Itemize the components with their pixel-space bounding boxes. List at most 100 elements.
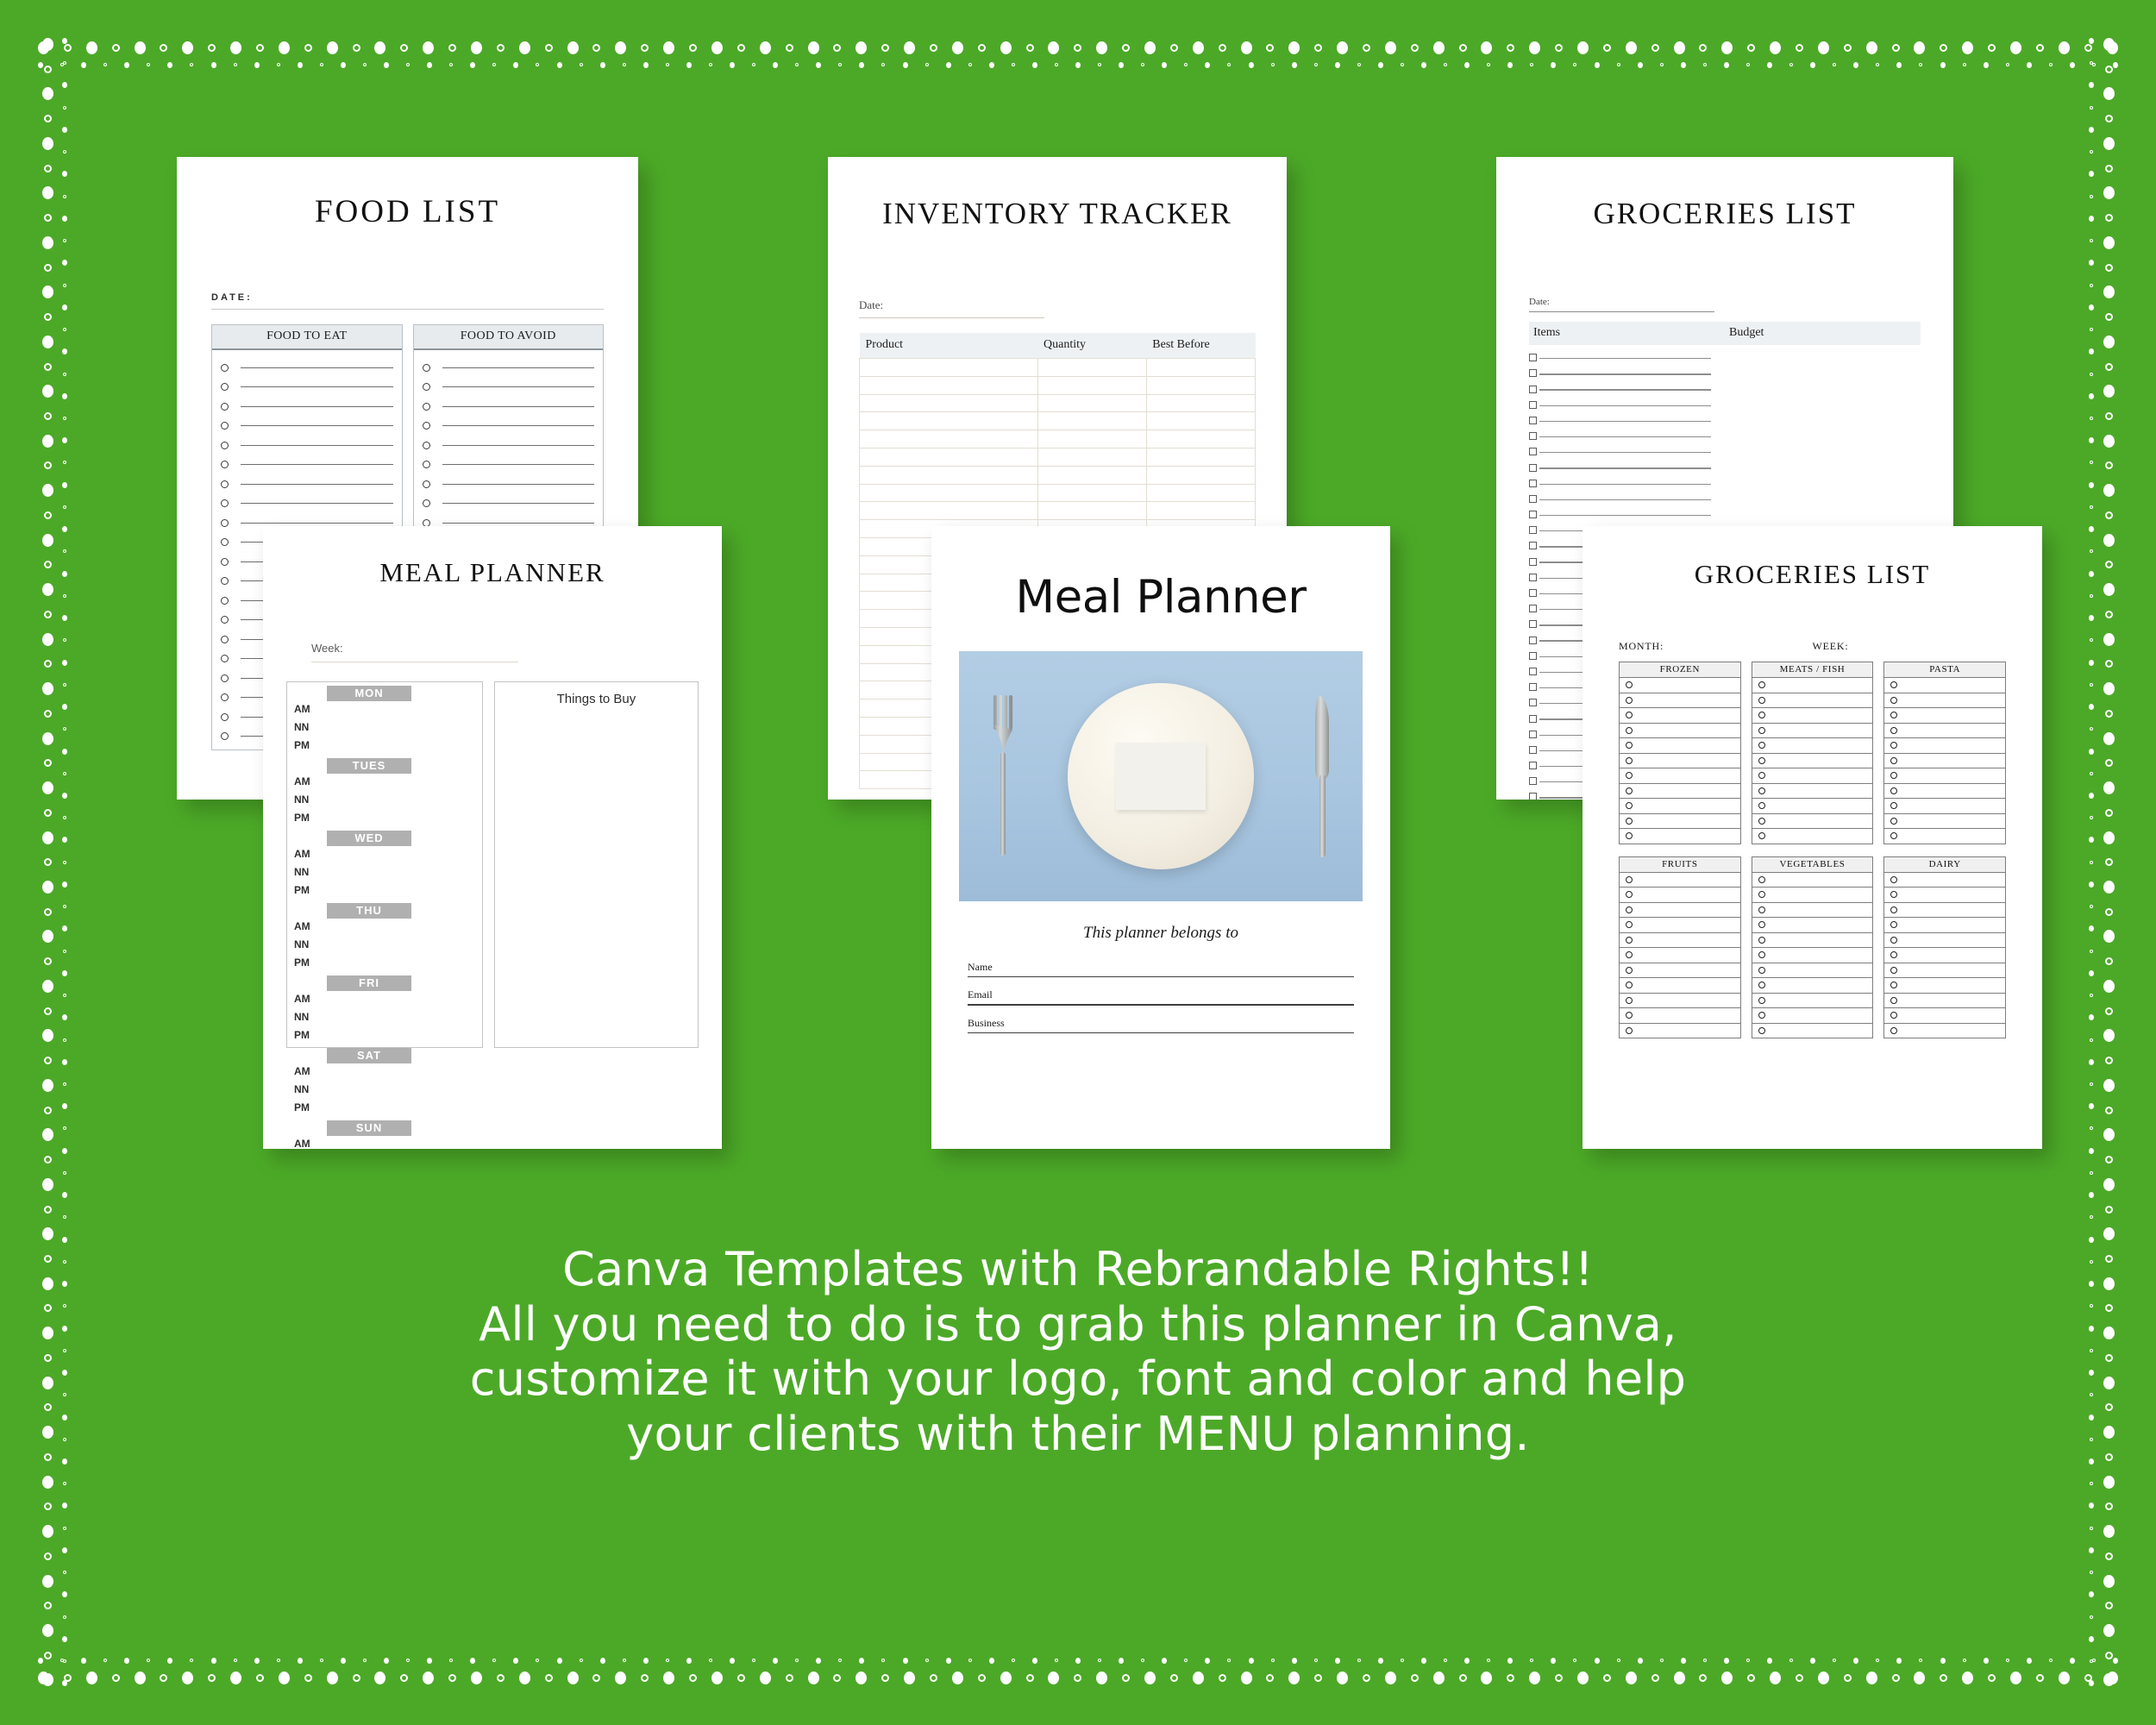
groceries-item-cell[interactable]: [1529, 432, 1725, 442]
category-item-row[interactable]: [1883, 723, 2007, 738]
category-item-row[interactable]: [1751, 872, 1874, 888]
groceries-a-date-line[interactable]: [1529, 311, 1714, 312]
checkbox-icon[interactable]: [1529, 369, 1537, 378]
category-item-row[interactable]: [1619, 1008, 1741, 1024]
category-item-row[interactable]: [1619, 888, 1741, 903]
food-list-row[interactable]: [422, 397, 594, 417]
cell-best-before[interactable]: [1145, 358, 1257, 377]
category-item-row[interactable]: [1619, 872, 1741, 888]
cell-product[interactable]: [859, 393, 1038, 413]
checkbox-icon[interactable]: [1529, 730, 1537, 738]
write-line[interactable]: [1539, 514, 1711, 517]
cell-quantity[interactable]: [1037, 483, 1147, 503]
groceries-item-cell[interactable]: [1529, 463, 1725, 474]
cell-best-before[interactable]: [1145, 393, 1257, 413]
inventory-date-line[interactable]: [859, 317, 1044, 318]
cell-quantity[interactable]: [1037, 430, 1147, 448]
day-column[interactable]: SUN: [323, 1117, 482, 1149]
category-item-row[interactable]: [1619, 918, 1741, 933]
day-column[interactable]: TUES: [323, 755, 482, 827]
owner-field-name[interactable]: Name: [968, 961, 1354, 978]
list-item[interactable]: [1529, 426, 1921, 442]
category-item-row[interactable]: [1883, 888, 2007, 903]
things-to-buy-panel[interactable]: Things to Buy: [493, 681, 699, 1048]
write-line[interactable]: [241, 386, 393, 388]
day-column[interactable]: WED: [323, 827, 482, 900]
day-chip-sat[interactable]: SAT: [327, 1048, 411, 1063]
write-line[interactable]: [442, 444, 594, 446]
category-item-row[interactable]: [1751, 738, 1874, 754]
cell-product[interactable]: [859, 430, 1038, 448]
groceries-item-cell[interactable]: [1529, 400, 1725, 411]
list-item[interactable]: [1529, 505, 1921, 520]
category-item-row[interactable]: [1619, 768, 1741, 784]
category-item-row[interactable]: [1619, 753, 1741, 768]
list-item[interactable]: [1529, 442, 1921, 457]
category-item-row[interactable]: [1751, 813, 1874, 829]
food-list-row[interactable]: [422, 474, 594, 494]
write-line[interactable]: [1539, 358, 1711, 360]
table-row[interactable]: [859, 483, 1257, 503]
cell-quantity[interactable]: [1037, 411, 1147, 431]
groceries-item-cell[interactable]: [1529, 354, 1725, 363]
write-line[interactable]: [1539, 499, 1711, 501]
food-list-row[interactable]: [422, 358, 594, 378]
category-item-row[interactable]: [1751, 678, 1874, 693]
table-row[interactable]: [859, 393, 1257, 413]
category-item-row[interactable]: [1883, 799, 2007, 814]
food-list-row[interactable]: [221, 417, 393, 436]
food-list-row[interactable]: [422, 436, 594, 455]
cell-product[interactable]: [859, 447, 1038, 467]
checkbox-icon[interactable]: [1529, 463, 1537, 472]
category-item-row[interactable]: [1883, 693, 2007, 708]
write-line[interactable]: [442, 522, 594, 524]
category-item-row[interactable]: [1883, 753, 2007, 768]
category-item-row[interactable]: [1619, 1023, 1741, 1038]
day-chip-wed[interactable]: WED: [327, 831, 411, 846]
checkbox-icon[interactable]: [1529, 699, 1537, 707]
groceries-item-cell[interactable]: [1529, 479, 1725, 489]
groceries-item-cell[interactable]: [1529, 369, 1725, 379]
checkbox-icon[interactable]: [1529, 416, 1537, 424]
write-line[interactable]: [968, 1004, 1354, 1006]
checkbox-icon[interactable]: [1529, 385, 1537, 393]
category-item-row[interactable]: [1619, 678, 1741, 693]
write-line[interactable]: [1539, 420, 1711, 423]
day-column[interactable]: SAT: [323, 1044, 482, 1117]
category-item-row[interactable]: [1619, 723, 1741, 738]
write-line[interactable]: [241, 367, 393, 368]
groceries-item-cell[interactable]: [1529, 416, 1725, 426]
checkbox-icon[interactable]: [1529, 494, 1537, 503]
meal-planner-day-block[interactable]: AM NN PM SAT: [287, 1044, 482, 1117]
category-item-row[interactable]: [1883, 993, 2007, 1008]
write-line[interactable]: [442, 425, 594, 427]
category-item-row[interactable]: [1619, 932, 1741, 948]
cell-best-before[interactable]: [1145, 375, 1257, 395]
checkbox-icon[interactable]: [1529, 432, 1537, 441]
owner-field-email[interactable]: Email: [968, 988, 1354, 1006]
category-item-row[interactable]: [1751, 963, 1874, 978]
write-line[interactable]: [442, 464, 594, 466]
write-line[interactable]: [1539, 405, 1711, 406]
day-column[interactable]: MON: [323, 682, 482, 755]
meal-planner-day-block[interactable]: AMNNPMSUN: [287, 1117, 482, 1149]
meal-planner-day-block[interactable]: AM NN PM MON: [287, 682, 482, 755]
category-item-row[interactable]: [1883, 918, 2007, 933]
list-item[interactable]: [1529, 363, 1921, 379]
write-line[interactable]: [442, 483, 594, 485]
food-list-row[interactable]: [221, 494, 393, 514]
write-line[interactable]: [1539, 389, 1711, 391]
write-line[interactable]: [442, 386, 594, 388]
meal-planner-day-block[interactable]: AM NN PM TUES: [287, 755, 482, 827]
checkbox-icon[interactable]: [1529, 793, 1537, 800]
day-chip-mon[interactable]: MON: [327, 686, 411, 701]
category-item-row[interactable]: [1751, 783, 1874, 799]
cell-best-before[interactable]: [1145, 411, 1257, 431]
table-row[interactable]: [859, 465, 1257, 485]
category-item-row[interactable]: [1883, 872, 2007, 888]
write-line[interactable]: [241, 483, 393, 485]
checkbox-icon[interactable]: [1529, 557, 1537, 566]
list-item[interactable]: [1529, 489, 1921, 505]
cell-product[interactable]: [859, 411, 1038, 431]
cell-product[interactable]: [859, 358, 1038, 377]
